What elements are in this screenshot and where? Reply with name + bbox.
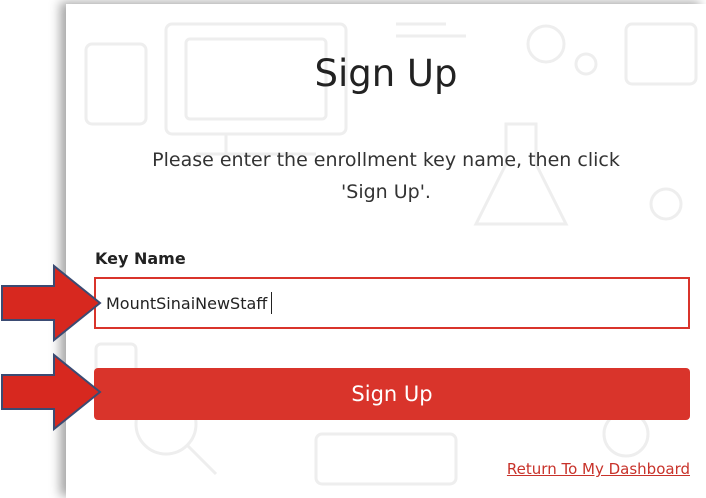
screenshot-stage: Sign Up Please enter the enrollment key … — [0, 0, 706, 498]
key-name-value: MountSinaiNewStaff — [106, 293, 268, 313]
key-name-label: Key Name — [95, 249, 186, 268]
key-name-input[interactable]: MountSinaiNewStaff — [94, 277, 690, 329]
right-arrow-icon — [1, 263, 102, 343]
instructions-text: Please enter the enrollment key name, th… — [106, 144, 666, 208]
sign-up-button[interactable]: Sign Up — [94, 368, 690, 420]
instructions-line-1: Please enter the enrollment key name, th… — [152, 149, 620, 171]
text-caret — [271, 292, 273, 314]
page-title: Sign Up — [314, 52, 458, 95]
return-to-dashboard-link[interactable]: Return To My Dashboard — [507, 460, 690, 478]
right-arrow-icon — [1, 352, 102, 432]
signup-card: Sign Up Please enter the enrollment key … — [66, 4, 706, 498]
instructions-line-2: 'Sign Up'. — [341, 181, 431, 203]
